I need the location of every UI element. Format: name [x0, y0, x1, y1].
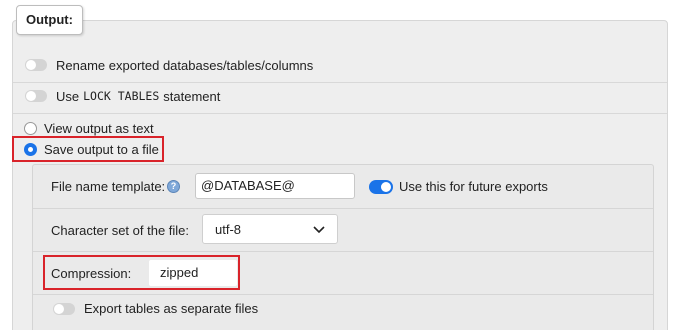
charset-select[interactable]: utf-8 [202, 214, 338, 244]
view-as-text-label: View output as text [44, 120, 154, 136]
divider [13, 82, 667, 83]
output-legend: Output: [16, 5, 83, 35]
charset-row: Character set of the file: utf-8 [33, 208, 653, 251]
help-icon[interactable]: ? [167, 180, 180, 193]
lock-tables-toggle[interactable] [25, 90, 47, 102]
future-exports-label: Use this for future exports [399, 179, 548, 194]
charset-value: utf-8 [215, 222, 242, 237]
future-exports-option[interactable]: Use this for future exports [369, 179, 548, 194]
save-to-file-label: Save output to a file [44, 141, 159, 157]
lock-tables-row: Use LOCK TABLES statement [13, 86, 220, 106]
charset-label: Character set of the file: [51, 223, 190, 238]
compression-label: Compression: [51, 266, 132, 281]
view-as-text-radio[interactable] [24, 121, 37, 135]
compression-value: zipped [160, 265, 199, 280]
divider [13, 113, 667, 114]
separate-files-toggle[interactable] [53, 302, 75, 315]
save-to-file-option[interactable]: Save output to a file [24, 139, 159, 159]
chevron-down-icon [313, 226, 325, 234]
filename-input[interactable]: @DATABASE@ [195, 173, 355, 199]
separate-files-label: Export tables as separate files [84, 301, 259, 316]
lock-tables-prefix: Use [56, 88, 80, 104]
separate-files-option[interactable]: Export tables as separate files [41, 301, 258, 316]
view-as-text-option[interactable]: View output as text [24, 118, 154, 138]
compression-select[interactable]: zipped [149, 260, 237, 286]
save-to-file-radio[interactable] [24, 142, 37, 156]
lock-tables-suffix: statement [163, 88, 221, 104]
filename-row: File name template: ? @DATABASE@ Use thi… [33, 165, 653, 208]
rename-toggle[interactable] [25, 59, 47, 71]
filename-label: File name template: [51, 179, 166, 194]
rename-label: Rename exported databases/tables/columns [56, 57, 314, 73]
compression-row: Compression: zipped [33, 251, 653, 294]
save-options-panel: File name template: ? @DATABASE@ Use thi… [32, 164, 654, 330]
rename-row: Rename exported databases/tables/columns [13, 55, 313, 75]
lock-tables-code: LOCK TABLES [83, 89, 160, 103]
future-exports-toggle[interactable] [369, 179, 393, 194]
separate-files-row: Export tables as separate files [33, 294, 653, 330]
